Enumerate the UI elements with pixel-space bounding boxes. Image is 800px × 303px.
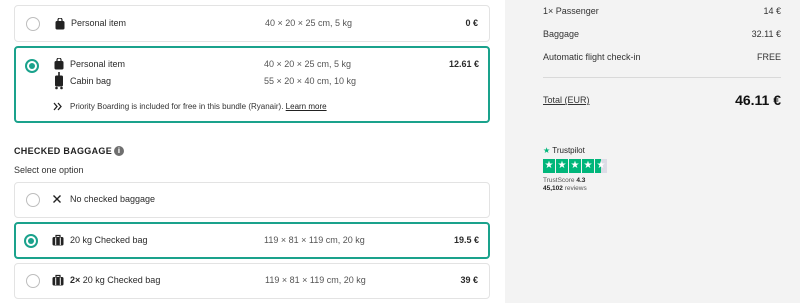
trustscore-value: 4.3: [576, 177, 586, 184]
star-icon: ★: [543, 159, 555, 173]
trustpilot-brand: Trustpilot: [552, 146, 585, 155]
star-icon: ★: [582, 159, 594, 173]
baggage-selection-panel: Personal item 40 × 20 × 25 cm, 5 kg 0 € …: [0, 0, 505, 303]
checked-baggage-heading: CHECKED BAGGAGE: [14, 146, 113, 156]
checked-bag-quantity: 2×: [70, 275, 81, 285]
summary-row-label: Baggage: [543, 29, 580, 39]
star-icon: ★: [556, 159, 568, 173]
bundle-personal-item-dims: 40 × 20 × 25 cm, 5 kg: [264, 59, 352, 69]
checked-bag-2x20kg-radio[interactable]: [26, 274, 40, 288]
bundle-cabin-bag-dims: 55 × 20 × 40 cm, 10 kg: [264, 76, 357, 86]
summary-row-value: 14 €: [763, 6, 781, 16]
trustpilot-reviews: 45,102 reviews: [543, 185, 587, 192]
backpack-icon: [55, 18, 65, 30]
summary-row-value: 32.11 €: [751, 29, 781, 39]
reviews-label: reviews: [564, 185, 587, 192]
no-checked-baggage-option[interactable]: No checked baggage: [14, 182, 490, 218]
checked-bag-20kg-dims: 119 × 81 × 119 cm, 20 kg: [264, 235, 365, 245]
bundle-personal-item-label: Personal item: [70, 59, 126, 69]
checked-bag-2x20kg-label: 2× 20 kg Checked bag: [70, 275, 160, 285]
personal-item-radio[interactable]: [26, 17, 40, 31]
trustscore-label: TrustScore: [543, 177, 575, 184]
checked-bag-20kg-option[interactable]: 20 kg Checked bag 119 × 81 × 119 cm, 20 …: [14, 222, 490, 259]
trustpilot-score: TrustScore 4.3: [543, 177, 585, 184]
priority-boarding-text: Priority Boarding is included for free i…: [70, 102, 284, 111]
summary-row-label: 1× Passenger: [543, 6, 599, 16]
no-checked-baggage-radio[interactable]: [26, 193, 40, 207]
total-value: 46.11 €: [735, 92, 781, 108]
checked-bag-2x20kg-price: 39 €: [460, 275, 478, 285]
trustpilot-logo[interactable]: ★ Trustpilot: [543, 146, 585, 155]
checked-bag-2x20kg-dims: 119 × 81 × 119 cm, 20 kg: [265, 275, 366, 285]
checked-baggage-subtitle: Select one option: [14, 165, 84, 175]
checked-bag-20kg-radio[interactable]: [24, 234, 38, 248]
info-icon[interactable]: i: [114, 146, 124, 156]
suitcase-icon: [52, 234, 64, 246]
checked-bag-20kg-price: 19.5 €: [453, 235, 479, 245]
checked-bag-2x20kg-text: 20 kg Checked bag: [80, 275, 161, 285]
close-icon: [53, 195, 61, 203]
suitcase-icon: [52, 274, 64, 286]
cabin-bag-icon: [55, 72, 63, 90]
personal-item-price: 0 €: [465, 18, 478, 28]
half-star-icon: ★: [595, 159, 607, 173]
bundle-option[interactable]: Personal item 40 × 20 × 25 cm, 5 kg 12.6…: [14, 46, 490, 123]
trustpilot-stars: ★ ★ ★ ★ ★: [543, 159, 607, 173]
no-checked-baggage-label: No checked baggage: [70, 194, 156, 204]
trustpilot-star-icon: ★: [543, 146, 551, 155]
checked-bag-2x20kg-option[interactable]: 2× 20 kg Checked bag 119 × 81 × 119 cm, …: [14, 263, 490, 299]
summary-row-check-in: Automatic flight check-in FREE: [543, 52, 781, 62]
bundle-cabin-bag-label: Cabin bag: [70, 76, 112, 86]
personal-item-dims: 40 × 20 × 25 cm, 5 kg: [265, 18, 353, 28]
bundle-radio[interactable]: [25, 59, 39, 73]
summary-divider: [543, 77, 781, 78]
learn-more-link[interactable]: Learn more: [286, 102, 327, 111]
bundle-price: 12.61 €: [448, 59, 479, 69]
priority-boarding-note: Priority Boarding is included for free i…: [70, 102, 327, 111]
personal-item-option[interactable]: Personal item 40 × 20 × 25 cm, 5 kg 0 €: [14, 5, 490, 42]
reviews-count: 45,102: [543, 185, 563, 192]
summary-row-baggage: Baggage 32.11 €: [543, 29, 781, 39]
summary-row-passenger: 1× Passenger 14 €: [543, 6, 781, 16]
summary-row-value: FREE: [756, 52, 781, 62]
total-label[interactable]: Total (EUR): [543, 95, 590, 105]
summary-row-label: Automatic flight check-in: [543, 52, 641, 62]
personal-item-label: Personal item: [71, 18, 127, 28]
priority-boarding-icon: [53, 102, 62, 111]
backpack-icon: [54, 58, 64, 70]
checked-bag-20kg-label: 20 kg Checked bag: [70, 235, 148, 245]
star-icon: ★: [569, 159, 581, 173]
